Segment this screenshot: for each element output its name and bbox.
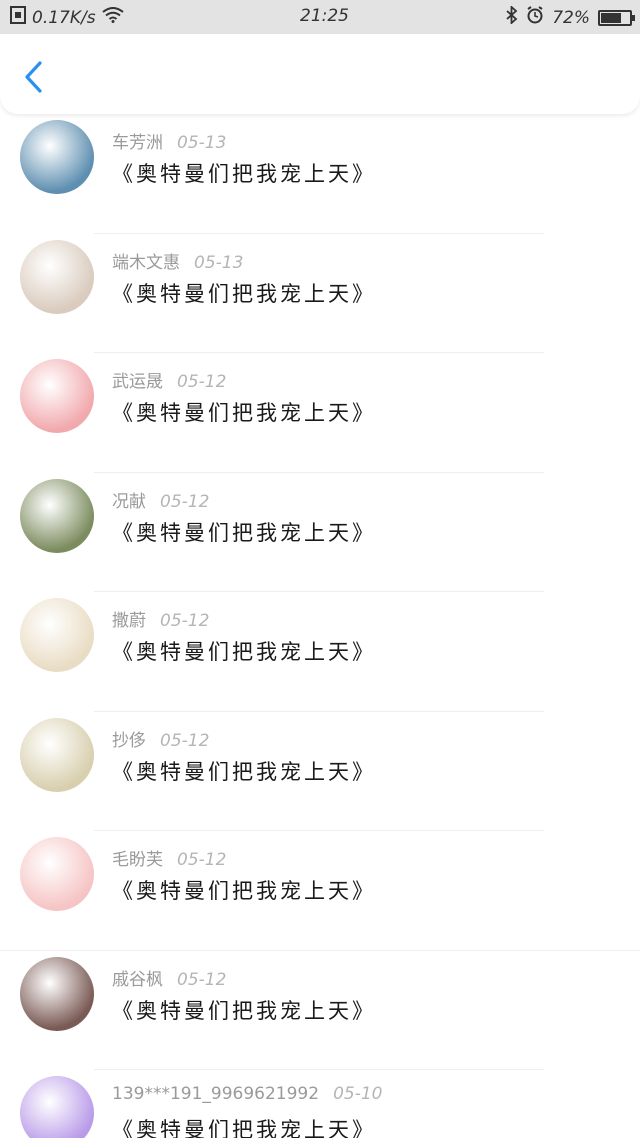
sender-name: 毛盼芙 xyxy=(112,850,163,870)
clock: 21:25 xyxy=(300,6,349,26)
list-item[interactable]: 毛盼芙 05-12 《奥特曼们把我宠上天》 xyxy=(0,831,640,951)
avatar[interactable] xyxy=(20,956,94,1031)
sender-line: 139***191_9969621992 05-10 xyxy=(112,1084,382,1104)
avatar[interactable] xyxy=(20,717,94,792)
message-date: 05-13 xyxy=(194,252,244,273)
message-text: 《奥特曼们把我宠上天》 xyxy=(112,520,376,545)
sender-name: 端木文惠 xyxy=(112,252,180,273)
list-item[interactable]: 抄侈 05-12 《奥特曼们把我宠上天》 xyxy=(0,712,640,831)
bluetooth-icon xyxy=(506,4,518,29)
sender-line: 武运晟 05-12 xyxy=(112,367,226,392)
message-date: 05-12 xyxy=(160,730,210,751)
message-date: 05-12 xyxy=(177,850,227,870)
message-list: 车芳洲 05-13 《奥特曼们把我宠上天》 端木文惠 05-13 《奥特曼们把我宠上天》武… xyxy=(0,114,640,1138)
sender-line: 戚谷枫 05-12 xyxy=(112,965,226,990)
sender-line: 车芳洲 05-13 xyxy=(112,128,226,153)
message-text: 《奥特曼们把我宠上天》 xyxy=(112,401,376,425)
message-text: 《奥特曼们把我宠上天》 xyxy=(112,1118,376,1138)
sender-name: 况献 xyxy=(112,491,146,512)
back-button[interactable] xyxy=(20,60,50,94)
chevron-left-icon xyxy=(25,61,42,93)
sender-name: 139***191_9969621992 xyxy=(112,1084,320,1104)
list-item[interactable]: 戚谷枫 05-12 《奥特曼们把我宠上天》 xyxy=(0,951,640,1070)
message-text: 《奥特曼们把我宠上天》 xyxy=(112,879,376,903)
list-item[interactable]: 武运晟 05-12 《奥特曼们把我宠上天》 xyxy=(0,353,640,473)
sender-line: 况献 05-12 xyxy=(112,487,209,512)
sender-name: 车芳洲 xyxy=(112,133,163,153)
sender-name: 抄侈 xyxy=(112,730,146,751)
sender-line: 撒蔚 05-12 xyxy=(112,606,209,631)
list-item[interactable]: 端木文惠 05-13 《奥特曼们把我宠上天》 xyxy=(0,234,640,353)
battery-icon xyxy=(598,9,635,26)
message-date: 05-10 xyxy=(333,1084,383,1104)
sender-name: 武运晟 xyxy=(112,372,163,392)
navigation-bar xyxy=(0,34,640,114)
alarm-icon xyxy=(526,6,544,29)
message-date: 05-12 xyxy=(160,491,210,512)
message-date: 05-12 xyxy=(160,611,210,631)
battery-fill xyxy=(601,12,622,23)
status-right: 72% xyxy=(506,4,635,29)
message-text: 《奥特曼们把我宠上天》 xyxy=(112,162,376,186)
list-item[interactable]: 撒蔚 05-12 《奥特曼们把我宠上天》 xyxy=(0,592,640,712)
sim-icon xyxy=(10,6,26,29)
status-left: 0.17K/s xyxy=(10,6,124,29)
message-date: 05-13 xyxy=(177,133,227,153)
message-text: 《奥特曼们把我宠上天》 xyxy=(112,998,376,1023)
sender-line: 抄侈 05-12 xyxy=(112,726,209,751)
message-text: 《奥特曼们把我宠上天》 xyxy=(112,281,376,306)
avatar[interactable] xyxy=(20,598,94,672)
battery-percent: 72% xyxy=(552,7,590,28)
avatar[interactable] xyxy=(20,837,94,911)
list-item[interactable]: 车芳洲 05-13 《奥特曼们把我宠上天》 xyxy=(0,114,640,234)
message-text: 《奥特曼们把我宠上天》 xyxy=(112,759,376,784)
message-date: 05-12 xyxy=(177,372,227,392)
wifi-icon xyxy=(101,7,124,28)
status-bar: 0.17K/s 21:25 72% xyxy=(0,0,640,34)
avatar[interactable] xyxy=(20,239,94,314)
message-text: 《奥特曼们把我宠上天》 xyxy=(112,640,376,664)
network-speed: 0.17K/s xyxy=(32,7,96,28)
list-item[interactable]: 139***191_9969621992 05-10 《奥特曼们把我宠上天》 xyxy=(0,1070,640,1138)
sender-line: 毛盼芙 05-12 xyxy=(112,845,226,870)
list-item[interactable]: 况献 05-12 《奥特曼们把我宠上天》 xyxy=(0,473,640,592)
avatar[interactable] xyxy=(20,1076,94,1138)
sender-name: 戚谷枫 xyxy=(112,969,163,990)
avatar[interactable] xyxy=(20,478,94,553)
message-date: 05-12 xyxy=(177,969,227,990)
avatar[interactable] xyxy=(20,120,94,194)
sender-line: 端木文惠 05-13 xyxy=(112,248,243,273)
avatar[interactable] xyxy=(20,359,94,433)
sender-name: 撒蔚 xyxy=(112,611,146,631)
